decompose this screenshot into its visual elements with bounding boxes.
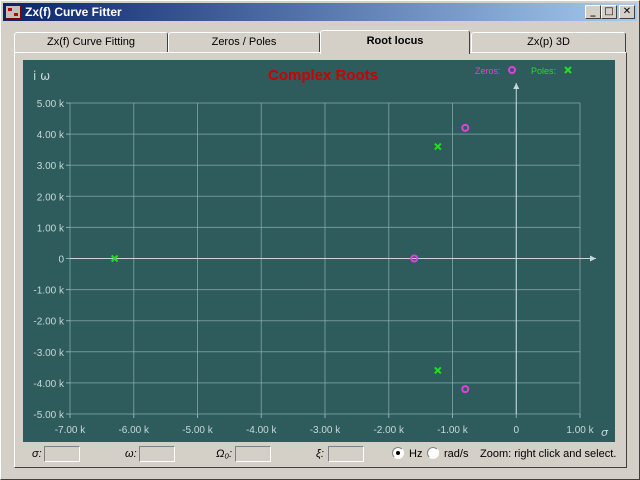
y-tick-label: -3.00 k (33, 348, 65, 359)
x-tick-label: -5.00 k (182, 425, 214, 436)
tab-label: Zeros / Poles (211, 36, 277, 48)
maximize-button[interactable]: □ (601, 5, 617, 19)
minimize-button[interactable]: _ (585, 5, 601, 19)
chart-title: Complex Roots (268, 67, 378, 84)
tab-label: Root locus (366, 35, 424, 47)
hz-radio-label[interactable]: Hz (409, 448, 422, 460)
y-tick-label: -2.00 k (33, 317, 65, 328)
y-tick-label: 5.00 k (37, 99, 65, 110)
title-bar[interactable]: Zx(f) Curve Fitter _ □ ✕ (3, 3, 637, 21)
y-tick-label: 1.00 k (37, 223, 65, 234)
xi-field[interactable] (328, 446, 364, 462)
y-tick-label: 4.00 k (37, 130, 65, 141)
pole-point (434, 142, 442, 151)
x-tick-label: -4.00 k (246, 425, 278, 436)
sigma-label: σ: (32, 448, 42, 460)
tab-strip: Zx(f) Curve Fitting Zeros / Poles Root l… (14, 30, 626, 54)
tab-label: Zx(f) Curve Fitting (46, 36, 135, 48)
x-tick-label: -1.00 k (437, 425, 469, 436)
x-tick-label: 0 (513, 425, 519, 436)
window-title: Zx(f) Curve Fitter (25, 5, 122, 19)
tab-zeros-poles[interactable]: Zeros / Poles (168, 32, 320, 52)
close-button[interactable]: ✕ (619, 5, 635, 19)
legend-zeros-marker (508, 66, 516, 74)
zero-point (461, 123, 470, 132)
y-tick-label: -1.00 k (33, 286, 65, 297)
x-tick-label: -2.00 k (373, 425, 405, 436)
legend-poles-label: Poles: (531, 66, 556, 76)
status-bar: σ: ω: Ω₀: ξ: Hz rad/s Zoom: right click … (20, 444, 620, 466)
y-tick-label: 2.00 k (37, 192, 65, 203)
x-tick-label: 1.00 k (566, 425, 594, 436)
legend-zeros-label: Zeros: (475, 66, 501, 76)
tab-curve-fitting[interactable]: Zx(f) Curve Fitting (14, 32, 168, 52)
x-tick-label: -6.00 k (118, 425, 150, 436)
omega0-field[interactable] (235, 446, 271, 462)
root-locus-chart[interactable]: -7.00 k -6.00 k -5.00 k -4.00 k -3.00 k -2.00… (23, 60, 615, 442)
y-axis-label: i ω (33, 69, 50, 83)
x-axis-label: σ (601, 426, 609, 439)
sigma-field[interactable] (44, 446, 80, 462)
x-tick-label: -3.00 k (310, 425, 342, 436)
title-buttons: _ □ ✕ (585, 5, 635, 19)
x-tick-label: -7.00 k (55, 425, 87, 436)
zero-point (461, 385, 470, 394)
real-axis-arrow (590, 255, 596, 262)
omega-field[interactable] (139, 446, 175, 462)
legend-poles-marker (564, 66, 572, 74)
root-locus-plot[interactable]: -7.00 k -6.00 k -5.00 k -4.00 k -3.00 k -2.00… (23, 60, 615, 442)
omega0-label: Ω₀: (216, 448, 233, 460)
xi-label: ξ: (316, 448, 324, 460)
y-tick-label: 3.00 k (37, 161, 65, 172)
y-tick-label: -5.00 k (33, 410, 65, 421)
pole-point (434, 366, 442, 375)
tab-root-locus[interactable]: Root locus (320, 30, 470, 54)
rads-radio-label[interactable]: rad/s (444, 448, 468, 460)
tab-label: Zx(p) 3D (527, 36, 570, 48)
rads-radio[interactable] (427, 447, 439, 459)
imag-axis-arrow (513, 83, 520, 89)
zoom-hint: Zoom: right click and select. (480, 448, 617, 460)
tab-zxp-3d[interactable]: Zx(p) 3D (471, 32, 626, 52)
omega-label: ω: (125, 448, 137, 460)
app-icon[interactable] (5, 5, 21, 19)
y-tick-label: 0 (58, 255, 64, 266)
y-tick-label: -4.00 k (33, 379, 65, 390)
hz-radio[interactable] (392, 447, 404, 459)
